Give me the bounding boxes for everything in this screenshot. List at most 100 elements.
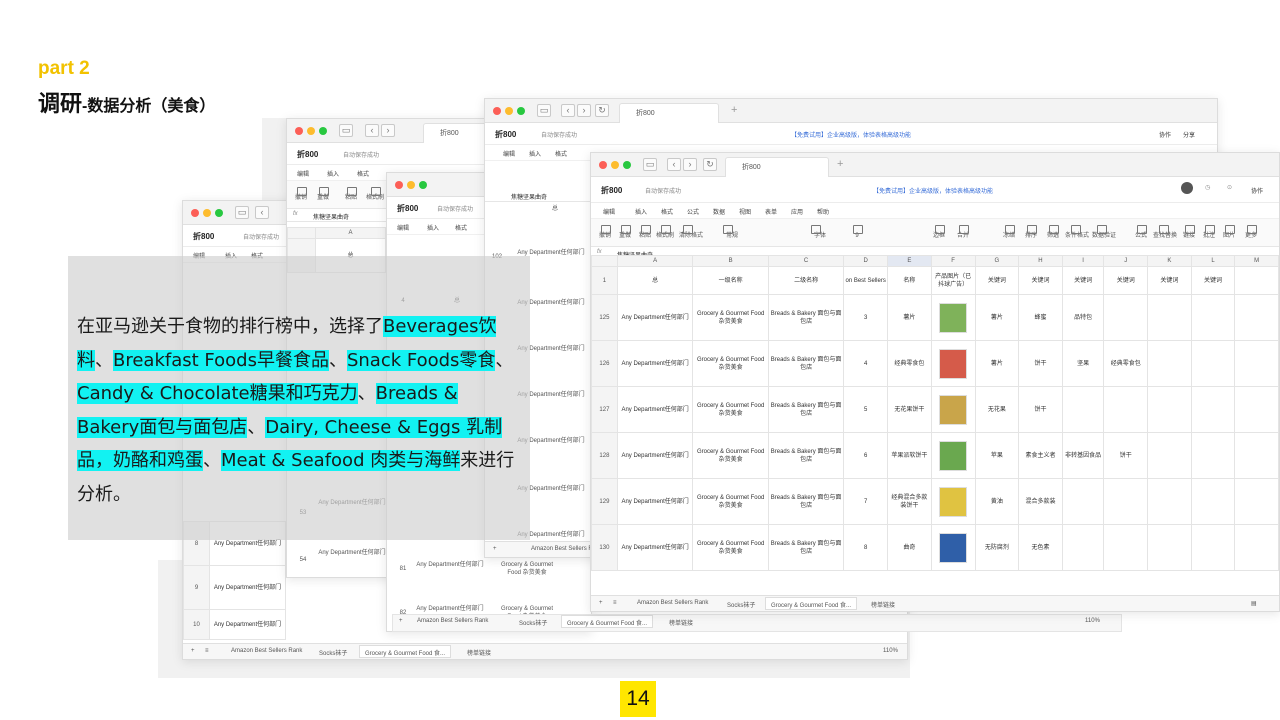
minimize-dot[interactable]: [307, 127, 315, 135]
grid-cell[interactable]: 蜂蜜: [1018, 294, 1063, 341]
conditional-format-button[interactable]: 条件格式: [1065, 223, 1089, 243]
grid-cell[interactable]: [1061, 478, 1105, 525]
row-number[interactable]: 130: [591, 524, 618, 571]
reload-icon[interactable]: ↻: [703, 158, 717, 171]
zoom-dot[interactable]: [419, 181, 427, 189]
header-cell[interactable]: 关键词: [1147, 266, 1192, 295]
grid-cell[interactable]: 经典混合多款装饼干: [887, 478, 932, 525]
column-header[interactable]: E: [887, 255, 932, 267]
grid-cell[interactable]: Any Department任何部门: [616, 524, 694, 571]
product-thumbnail[interactable]: [939, 348, 968, 379]
grid-cell[interactable]: 无花果饼干: [887, 386, 932, 433]
row-number[interactable]: 125: [591, 294, 618, 341]
column-header[interactable]: F: [930, 255, 976, 267]
product-thumbnail[interactable]: [939, 440, 968, 471]
grid-cell[interactable]: Breads & Bakery 面包与面包店: [767, 432, 845, 479]
comment-button[interactable]: 批注: [1199, 223, 1219, 243]
column-header[interactable]: B: [692, 255, 769, 267]
grid-cell[interactable]: [1147, 294, 1192, 341]
column-header[interactable]: J: [1103, 255, 1149, 267]
column-header[interactable]: M: [1234, 255, 1279, 267]
add-sheet-icon[interactable]: +: [399, 618, 403, 624]
row-number[interactable]: 129: [591, 478, 618, 525]
grid-cell[interactable]: [1190, 340, 1236, 387]
close-dot[interactable]: [191, 209, 199, 217]
sidebar-icon[interactable]: ▭: [339, 124, 353, 137]
zoom-level[interactable]: 110%: [1085, 618, 1100, 624]
history-icon[interactable]: ◷: [1205, 184, 1210, 191]
grid-cell[interactable]: 坚果: [1061, 340, 1105, 387]
grid-cell[interactable]: [1234, 294, 1279, 341]
browser-tab[interactable]: 折800: [619, 103, 719, 123]
column-header[interactable]: A: [616, 255, 694, 267]
forward-icon[interactable]: ›: [381, 124, 395, 137]
zoom-level[interactable]: 110%: [883, 648, 898, 654]
font-select[interactable]: 字体: [805, 223, 835, 243]
minimize-dot[interactable]: [611, 161, 619, 169]
back-icon[interactable]: ‹: [561, 104, 575, 117]
zoom-dot[interactable]: [623, 161, 631, 169]
column-header[interactable]: L: [1190, 255, 1236, 267]
grid-cell[interactable]: [1234, 432, 1279, 479]
collaborate-button[interactable]: 协作: [1251, 186, 1263, 195]
header-cell[interactable]: 产品图片（已抖球广告）: [930, 266, 976, 295]
grid-cell[interactable]: Any Department任何部门: [616, 294, 694, 341]
menu-item-edit[interactable]: 编辑: [603, 207, 615, 216]
back-icon[interactable]: ‹: [365, 124, 379, 137]
font-size-select[interactable]: 9: [847, 223, 867, 243]
undo-button[interactable]: 撤销: [291, 185, 311, 205]
grid-cell[interactable]: 非转基因食品: [1061, 432, 1105, 479]
column-header[interactable]: [287, 227, 316, 239]
grid-cell[interactable]: [1061, 386, 1105, 433]
grid-cell[interactable]: Breads & Bakery 面包与面包店: [767, 386, 845, 433]
column-header[interactable]: H: [1018, 255, 1063, 267]
sidebar-icon[interactable]: ▭: [643, 158, 657, 171]
sheet-tab[interactable]: 榜单链接: [871, 600, 895, 609]
grid-cell[interactable]: Grocery & Gourmet Food 杂货美食: [692, 340, 769, 387]
new-tab-icon[interactable]: +: [731, 104, 737, 116]
grid-cell[interactable]: Breads & Bakery 面包与面包店: [767, 294, 845, 341]
minimize-dot[interactable]: [407, 181, 415, 189]
grid-cell[interactable]: Grocery & Gourmet Food 杂货美食: [692, 432, 769, 479]
grid-cell[interactable]: [1103, 294, 1149, 341]
row-number[interactable]: 128: [591, 432, 618, 479]
menu-item-edit[interactable]: 编辑: [397, 223, 409, 232]
grid-cell[interactable]: Any Department任何部门: [209, 565, 286, 610]
sidebar-icon[interactable]: ▭: [537, 104, 551, 117]
row-number[interactable]: 1: [591, 266, 618, 295]
promo-link[interactable]: 【免费试用】企业高级版，体验表格高级功能: [791, 130, 911, 139]
sheet-settings-icon[interactable]: ▤: [1251, 600, 1257, 607]
add-sheet-icon[interactable]: +: [599, 600, 603, 606]
grid-cell[interactable]: [1190, 478, 1236, 525]
format-painter-button[interactable]: 格式刷: [655, 223, 675, 243]
product-image-cell[interactable]: [930, 386, 976, 433]
menu-item-insert[interactable]: 插入: [529, 149, 541, 158]
avatar[interactable]: [1181, 182, 1193, 194]
grid-cell[interactable]: [1103, 386, 1149, 433]
grid-cell[interactable]: 4: [843, 340, 889, 387]
new-tab-icon[interactable]: +: [837, 158, 843, 170]
grid-cell[interactable]: [1103, 524, 1149, 571]
back-icon[interactable]: ‹: [255, 206, 269, 219]
collaborate-button[interactable]: 协作: [1159, 130, 1171, 139]
row-number[interactable]: 127: [591, 386, 618, 433]
product-thumbnail[interactable]: [939, 532, 968, 563]
column-header[interactable]: A: [315, 227, 386, 239]
menu-item-edit[interactable]: 编辑: [503, 149, 515, 158]
menu-item-format[interactable]: 格式: [555, 149, 567, 158]
share-button[interactable]: 分享: [1183, 130, 1195, 139]
grid-cell[interactable]: 饼干: [1103, 432, 1149, 479]
formula-content[interactable]: 焦糖坚果曲奇: [511, 192, 547, 201]
sheet-list-icon[interactable]: ≡: [205, 648, 209, 654]
sheet-tab[interactable]: Socks袜子: [319, 648, 347, 657]
close-dot[interactable]: [599, 161, 607, 169]
grid-cell[interactable]: [1234, 478, 1279, 525]
redo-button[interactable]: 重做: [615, 223, 635, 243]
freeze-button[interactable]: 冻结: [999, 223, 1019, 243]
row-number[interactable]: 126: [591, 340, 618, 387]
header-cell[interactable]: [1234, 266, 1279, 295]
reload-icon[interactable]: ↻: [595, 104, 609, 117]
formula-button[interactable]: 公式: [1131, 223, 1151, 243]
grid-cell[interactable]: Breads & Bakery 面包与面包店: [767, 524, 845, 571]
header-cell[interactable]: 一级名称: [692, 266, 769, 295]
